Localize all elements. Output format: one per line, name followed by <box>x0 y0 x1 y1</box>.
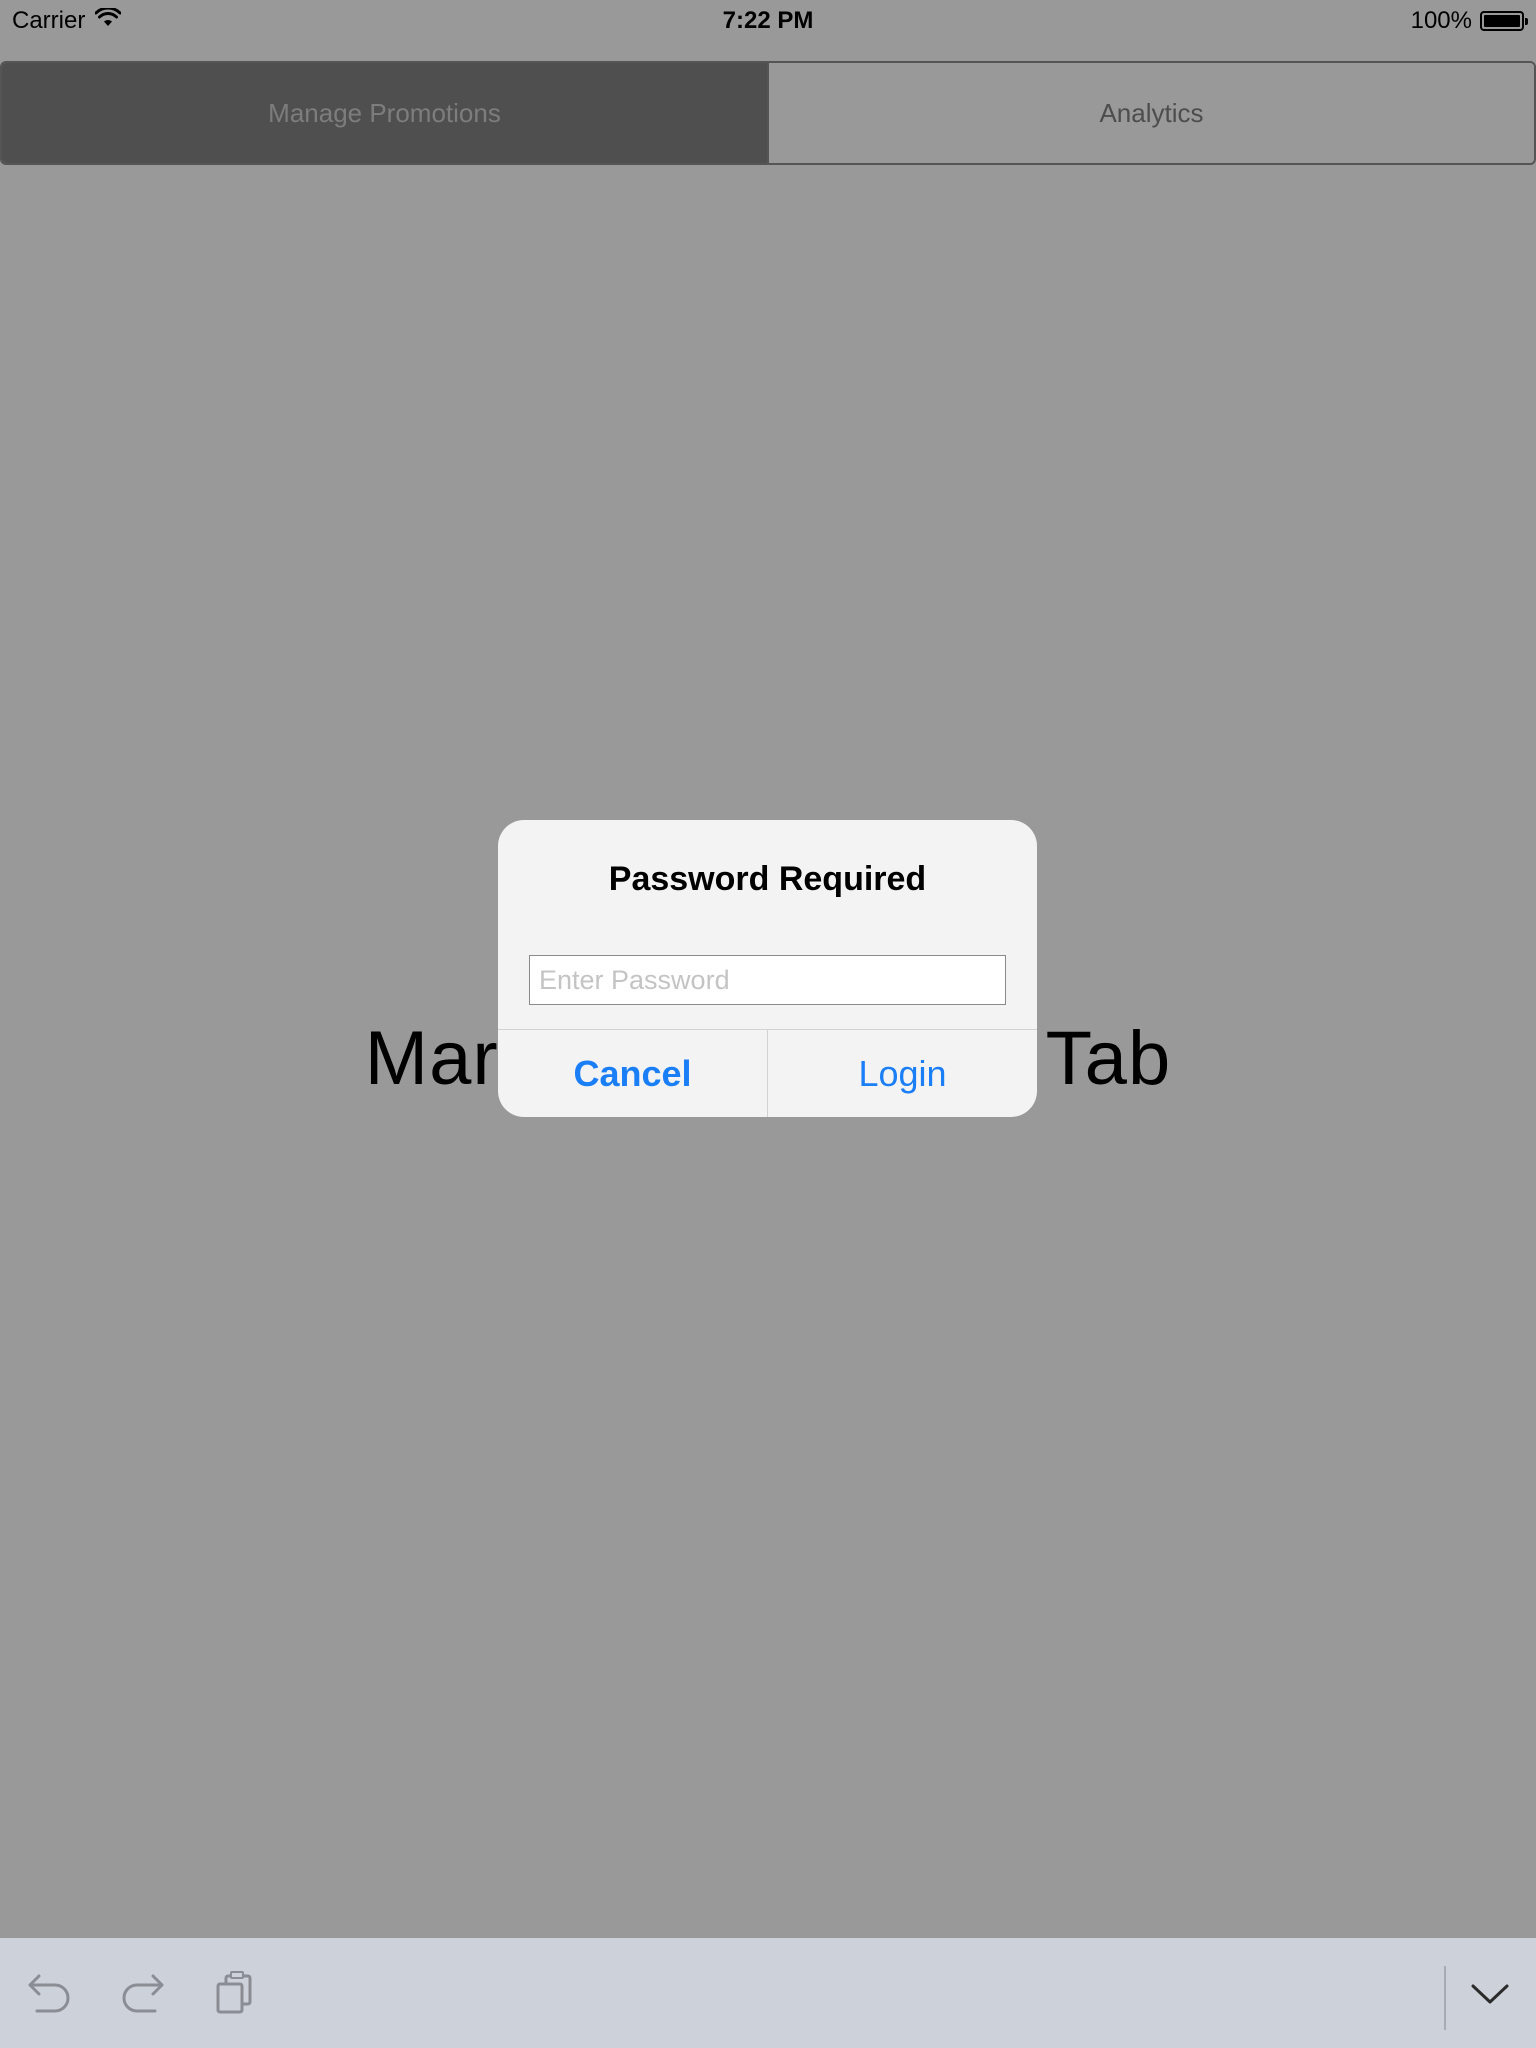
status-time: 7:22 PM <box>722 7 814 34</box>
battery-icon <box>1480 11 1528 31</box>
redo-icon[interactable] <box>112 1963 172 2023</box>
tab-manage-promotions[interactable]: Manage Promotions <box>2 63 767 163</box>
password-alert: Password Required Cancel Login <box>498 820 1037 1117</box>
keyboard-toolbar <box>0 1938 1536 2048</box>
status-bar: Carrier 7:22 PM 100% <box>0 0 1536 42</box>
tab-analytics[interactable]: Analytics <box>767 63 1534 163</box>
alert-button-row: Cancel Login <box>498 1029 1037 1117</box>
status-right: 100% <box>1410 7 1528 35</box>
battery-percent: 100% <box>1410 7 1472 34</box>
segmented-tabs: Manage Promotions Analytics <box>0 61 1536 165</box>
cancel-button[interactable]: Cancel <box>498 1030 768 1117</box>
paste-icon[interactable] <box>205 1963 265 2023</box>
undo-icon[interactable] <box>20 1963 80 2023</box>
tab-content-label-left: Mar <box>364 1016 499 1101</box>
dismiss-keyboard-icon[interactable] <box>1460 1963 1520 2023</box>
password-input[interactable] <box>529 955 1006 1005</box>
toolbar-divider <box>1444 1966 1446 2030</box>
alert-title: Password Required <box>608 860 927 898</box>
tab-content-label-right: Tab <box>1045 1016 1172 1101</box>
login-button[interactable]: Login <box>768 1030 1037 1117</box>
